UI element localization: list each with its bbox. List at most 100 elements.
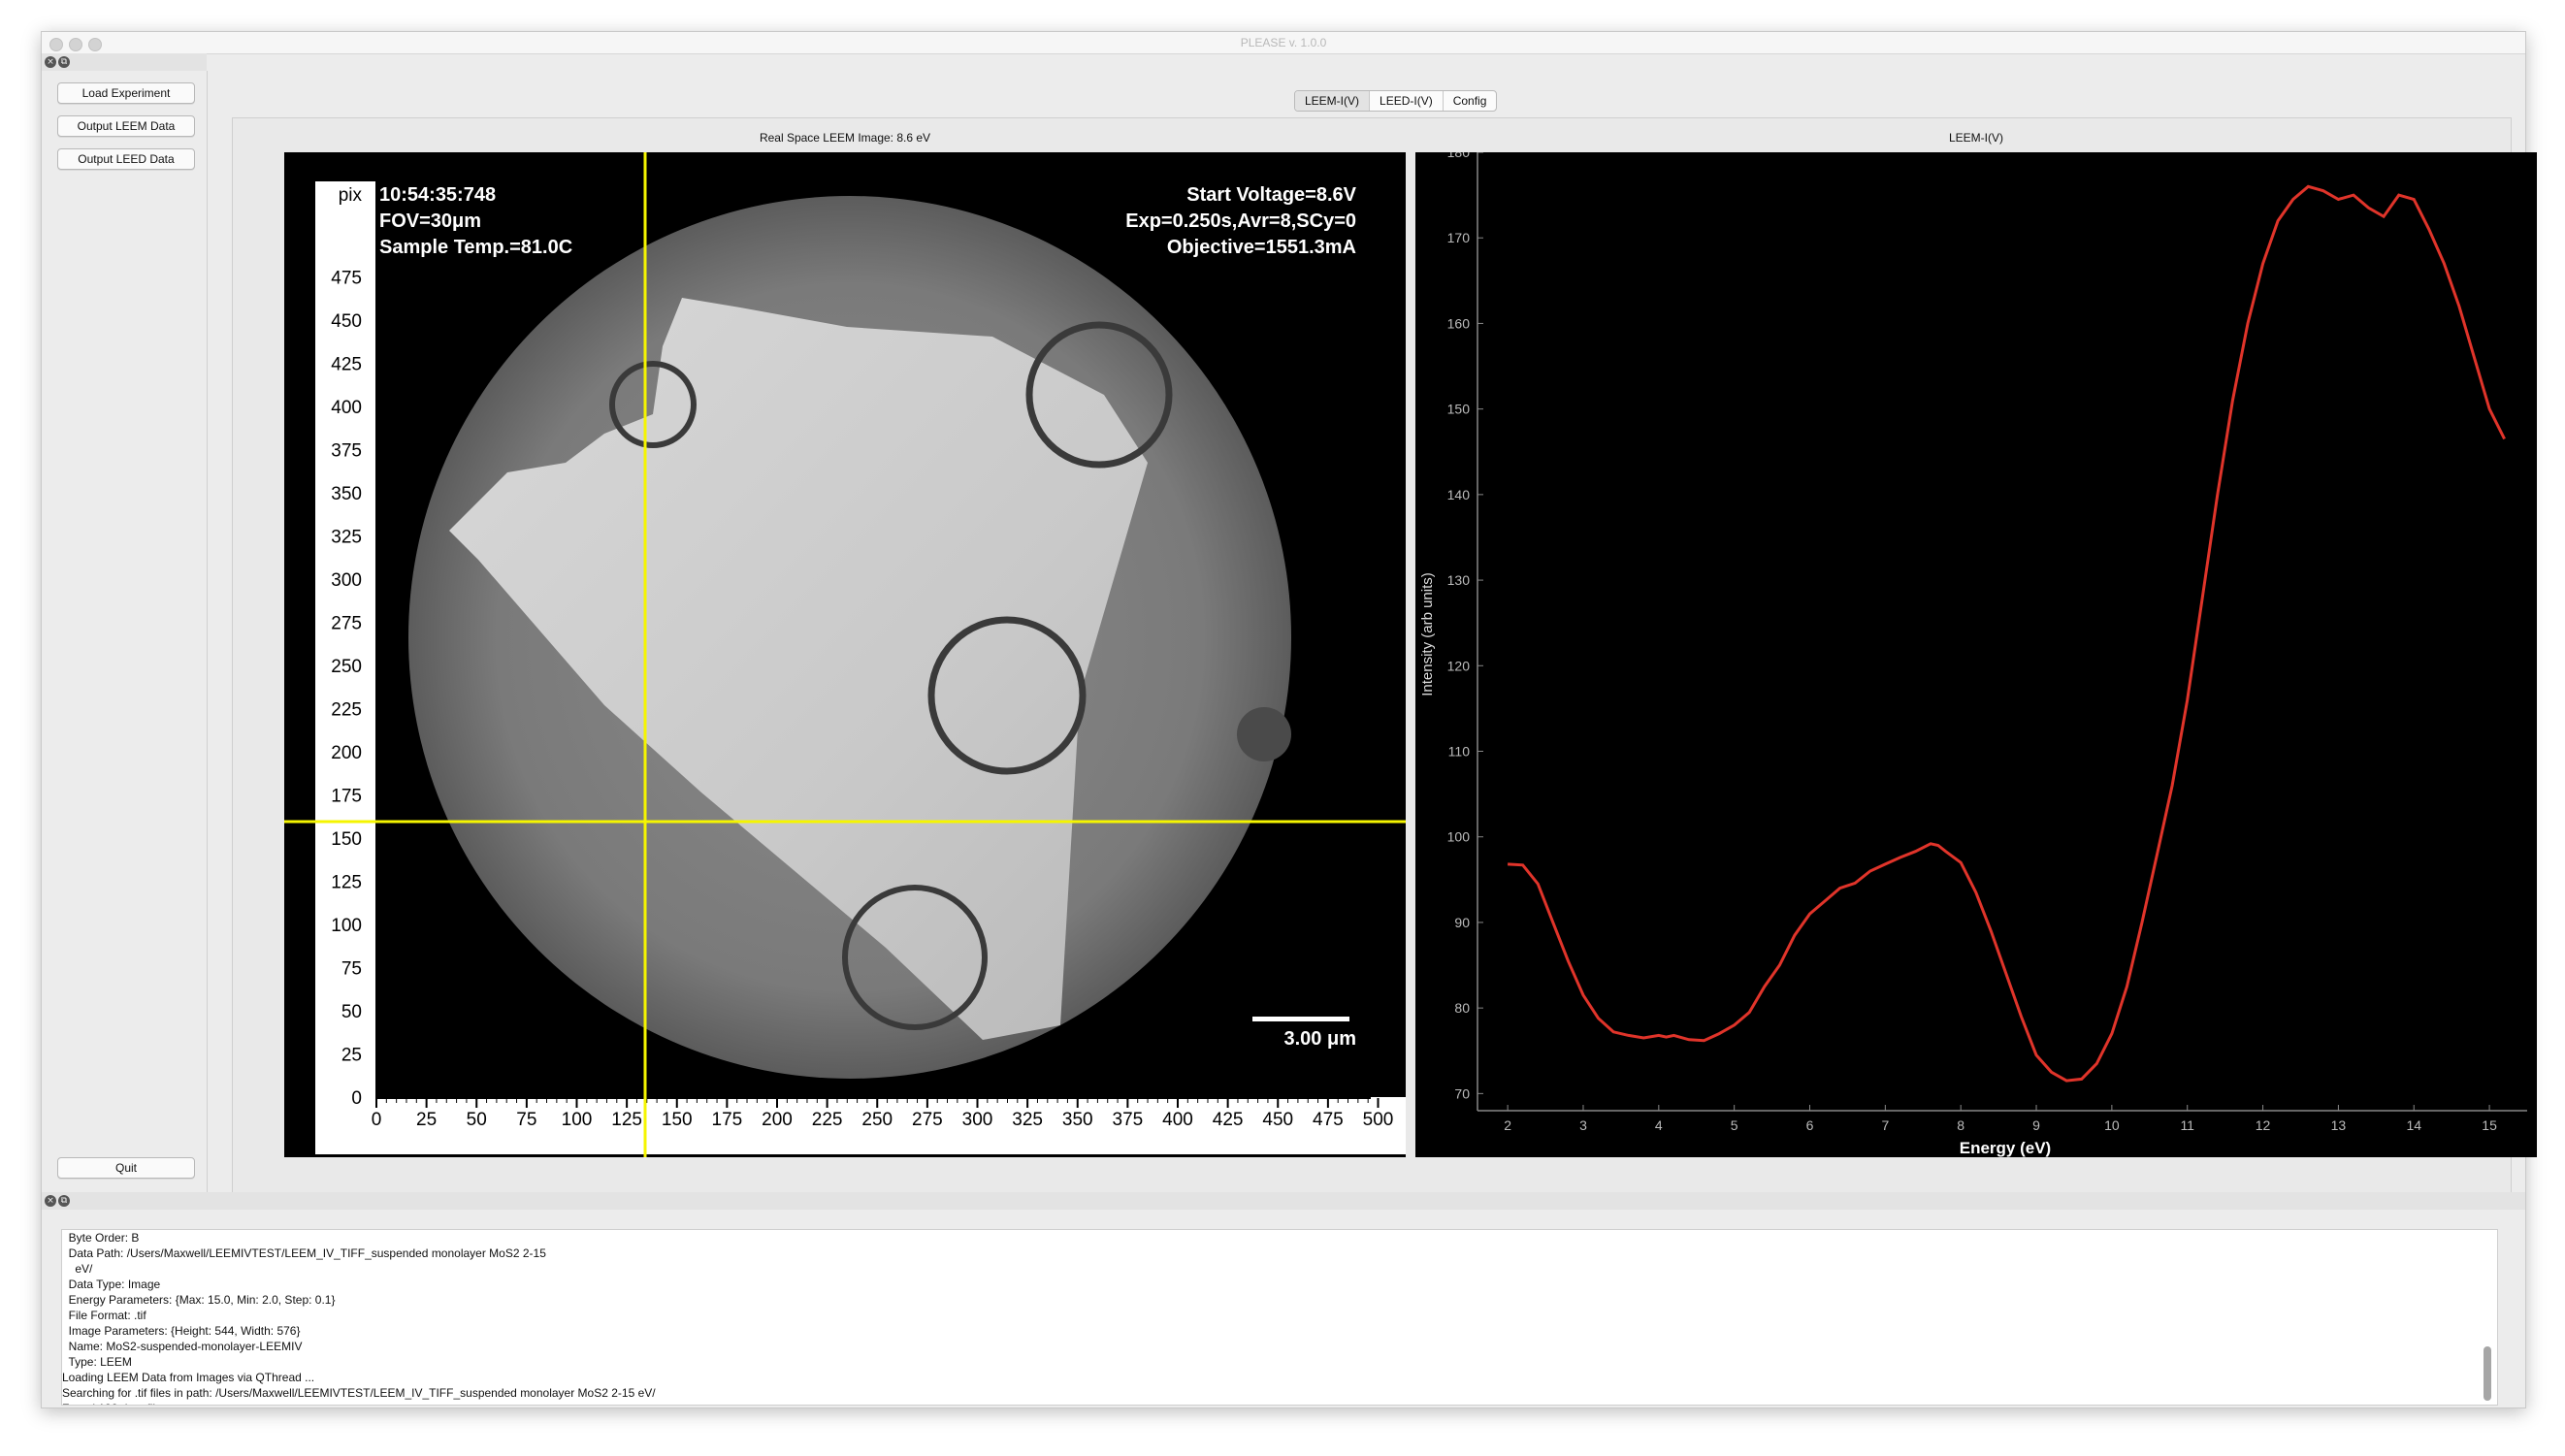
image-y-tick-label: 375 xyxy=(331,441,362,462)
image-x-tick-label: 300 xyxy=(962,1110,993,1130)
console-line: Byte Order: B xyxy=(62,1231,140,1245)
output-leed-data-button[interactable]: Output LEED Data xyxy=(57,148,195,170)
console-line: Data Type: Image xyxy=(62,1278,161,1291)
chart-y-tick-label: 150 xyxy=(1447,402,1471,417)
chart-y-label: Intensity (arb units) xyxy=(1419,572,1436,696)
image-y-tick-label: 0 xyxy=(351,1088,362,1109)
iv-curve-svg[interactable]: 70 80 90 100 110 120 130 140 150 160 170 180 2 3 4 5 6 7 8… xyxy=(1415,145,2537,1157)
chart-x-tick-label: 9 xyxy=(2032,1117,2040,1133)
dock-float-icon[interactable]: ⧉ xyxy=(58,56,70,68)
chart-x-tick-label: 3 xyxy=(1579,1117,1587,1133)
main-area: LEEM-I(V) LEED-I(V) Config Real Space LE… xyxy=(222,71,2537,1212)
leem-image-svg[interactable]: 10:54:35:748 FOV=30μm Sample Temp.=81.0C… xyxy=(284,152,1437,1157)
chart-y-tick-label: 90 xyxy=(1454,915,1470,930)
window-title: PLEASE v. 1.0.0 xyxy=(1240,36,1327,49)
console-line: Found 132 data files to parse. xyxy=(62,1401,2497,1405)
image-panel-title: Real Space LEEM Image: 8.6 eV xyxy=(759,131,931,145)
leem-image-plot[interactable]: 10:54:35:748 FOV=30μm Sample Temp.=81.0C… xyxy=(284,152,1437,1157)
image-y-tick-label: 300 xyxy=(331,570,362,591)
image-x-tick-label: 350 xyxy=(1062,1110,1093,1130)
chart-y-tick-label: 160 xyxy=(1447,315,1471,331)
console-line: Energy Parameters: {Max: 15.0, Min: 2.0,… xyxy=(62,1293,336,1307)
iv-curve-plot[interactable]: 70 80 90 100 110 120 130 140 150 160 170 180 2 3 4 5 6 7 8… xyxy=(1415,145,2537,1157)
console-line: Name: MoS2-suspended-monolayer-LEEMIV xyxy=(62,1340,303,1353)
image-x-tick-label: 475 xyxy=(1313,1110,1344,1130)
image-y-tick-label: 275 xyxy=(331,614,362,634)
chart-panel-title: LEEM-I(V) xyxy=(1948,131,2003,145)
image-x-tick-label: 450 xyxy=(1262,1110,1293,1130)
chart-x-tick-label: 6 xyxy=(1806,1117,1814,1133)
image-y-tick-label: 125 xyxy=(331,873,362,893)
image-x-tick-label: 50 xyxy=(467,1110,487,1130)
dark-spot xyxy=(1237,707,1291,761)
image-y-tick-label: 450 xyxy=(331,311,362,332)
chart-y-tick-label: 100 xyxy=(1447,829,1471,845)
image-y-unit: pix xyxy=(339,185,363,206)
chart-x-label: Energy (eV) xyxy=(1960,1139,2051,1157)
image-x-tick-label: 500 xyxy=(1363,1110,1394,1130)
image-x-tick-label: 425 xyxy=(1213,1110,1244,1130)
console-line: Image Parameters: {Height: 544, Width: 5… xyxy=(62,1324,301,1338)
output-leem-data-button[interactable]: Output LEEM Data xyxy=(57,115,195,137)
overlay-temp: Sample Temp.=81.0C xyxy=(379,237,572,258)
image-x-tick-label: 75 xyxy=(516,1110,536,1130)
image-y-tick-label: 100 xyxy=(331,916,362,936)
console-line: Data Path: /Users/Maxwell/LEEMIVTEST/LEE… xyxy=(62,1246,546,1260)
chart-x-tick-label: 12 xyxy=(2256,1117,2271,1133)
chart-y-tick-label: 170 xyxy=(1447,230,1471,245)
left-dock-header: × ⧉ xyxy=(42,53,207,71)
chart-y-tick-label: 120 xyxy=(1447,658,1471,673)
console-line: eV/ xyxy=(62,1262,93,1276)
tab-config[interactable]: Config xyxy=(1444,91,1497,111)
chart-x-tick-label: 4 xyxy=(1655,1117,1663,1133)
image-y-tick-label: 475 xyxy=(331,269,362,289)
chart-x-tick-label: 7 xyxy=(1881,1117,1889,1133)
quit-button[interactable]: Quit xyxy=(57,1157,195,1179)
console-line: Loading LEEM Data from Images via QThrea… xyxy=(62,1371,315,1384)
image-x-tick-label: 225 xyxy=(812,1110,843,1130)
image-x-tick-label: 0 xyxy=(372,1110,382,1130)
chart-x-tick-label: 13 xyxy=(2331,1117,2347,1133)
console-dock-header: × ⧉ xyxy=(42,1192,2525,1210)
chart-y-tick-label: 70 xyxy=(1454,1085,1470,1101)
left-dock-panel: Load Experiment Output LEEM Data Output … xyxy=(42,71,208,1192)
image-x-tick-label: 100 xyxy=(562,1110,593,1130)
tab-bar: LEEM-I(V) LEED-I(V) Config xyxy=(1294,90,1498,112)
image-y-tick-label: 175 xyxy=(331,787,362,807)
image-x-tick-label: 325 xyxy=(1012,1110,1043,1130)
chart-y-tick-label: 80 xyxy=(1454,1000,1470,1016)
console-log[interactable]: Byte Order: B Data Path: /Users/Maxwell/… xyxy=(61,1229,2498,1406)
chart-x-tick-label: 2 xyxy=(1504,1117,1511,1133)
image-x-tick-label: 175 xyxy=(712,1110,743,1130)
dock-close-icon[interactable]: × xyxy=(45,56,56,68)
chart-y-tick-label: 180 xyxy=(1447,152,1471,160)
overlay-fov: FOV=30μm xyxy=(379,210,481,232)
console-scrollbar[interactable] xyxy=(2484,1346,2491,1401)
image-y-tick-label: 200 xyxy=(331,743,362,763)
title-bar: PLEASE v. 1.0.0 xyxy=(42,32,2525,54)
iv-series-line xyxy=(1508,184,2506,1083)
overlay-voltage: Start Voltage=8.6V xyxy=(1186,184,1356,206)
overlay-scalebar-label: 3.00 μm xyxy=(1283,1028,1356,1050)
image-y-tick-label: 50 xyxy=(341,1002,362,1022)
console-close-icon[interactable]: × xyxy=(45,1195,56,1207)
image-x-tick-label: 25 xyxy=(416,1110,437,1130)
load-experiment-button[interactable]: Load Experiment xyxy=(57,82,195,104)
console-line: File Format: .tif xyxy=(62,1309,146,1322)
image-x-tick-label: 125 xyxy=(611,1110,642,1130)
image-y-tick-label: 75 xyxy=(341,959,362,980)
overlay-objective: Objective=1551.3mA xyxy=(1167,237,1356,258)
image-y-tick-label: 325 xyxy=(331,528,362,548)
console-float-icon[interactable]: ⧉ xyxy=(58,1195,70,1207)
image-y-tick-label: 400 xyxy=(331,398,362,418)
tab-leed-iv[interactable]: LEED-I(V) xyxy=(1370,91,1444,111)
tab-leem-iv[interactable]: LEEM-I(V) xyxy=(1295,91,1371,111)
chart-x-tick-label: 10 xyxy=(2104,1117,2120,1133)
image-y-tick-label: 25 xyxy=(341,1046,362,1066)
chart-x-tick-label: 8 xyxy=(1957,1117,1964,1133)
image-y-tick-label: 225 xyxy=(331,700,362,721)
chart-x-tick-label: 11 xyxy=(2180,1117,2194,1133)
image-y-tick-label: 350 xyxy=(331,484,362,504)
console-dock: Byte Order: B Data Path: /Users/Maxwell/… xyxy=(42,1210,2525,1407)
image-y-tick-label: 150 xyxy=(331,829,362,850)
